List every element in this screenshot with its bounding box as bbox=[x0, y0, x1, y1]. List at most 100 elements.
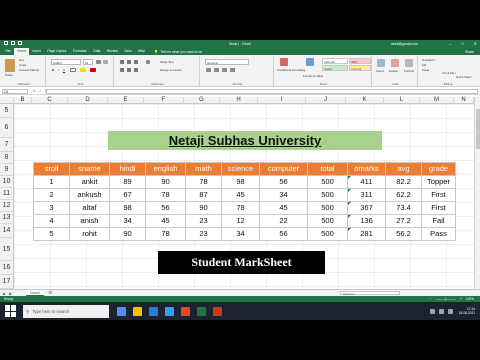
table-cell[interactable]: 1 bbox=[33, 175, 70, 189]
table-cell[interactable]: rohit bbox=[69, 227, 110, 241]
table-cell[interactable]: 5 bbox=[33, 227, 70, 241]
table-cell[interactable]: 73.4 bbox=[385, 201, 422, 215]
table-cell[interactable]: 98 bbox=[221, 175, 260, 189]
column-header-cell[interactable]: science bbox=[221, 162, 260, 176]
windows-start-icon[interactable] bbox=[5, 305, 17, 317]
file-explorer-icon[interactable] bbox=[133, 306, 142, 316]
column-header[interactable]: C bbox=[32, 97, 68, 104]
delete-cells-button[interactable]: Delete bbox=[389, 69, 398, 73]
formula-input[interactable] bbox=[46, 89, 478, 94]
table-cell[interactable]: 22 bbox=[259, 214, 308, 228]
column-header[interactable]: F bbox=[144, 97, 184, 104]
number-format-icons[interactable] bbox=[206, 68, 236, 72]
table-cell[interactable]: 12 bbox=[221, 214, 260, 228]
column-header[interactable]: M bbox=[420, 97, 454, 104]
table-cell[interactable]: First bbox=[421, 201, 456, 215]
table-cell[interactable]: 23 bbox=[185, 227, 222, 241]
format-table-button[interactable]: Format as Table bbox=[303, 74, 323, 78]
delete-cells-icon[interactable] bbox=[391, 59, 399, 67]
column-header-cell[interactable]: sroll bbox=[33, 162, 70, 176]
wrap-text-button[interactable]: Wrap Text bbox=[160, 60, 174, 64]
row-header[interactable]: 5 bbox=[0, 104, 14, 118]
sort-filter-button[interactable]: Sort & Filter bbox=[442, 72, 456, 75]
maximize-icon[interactable]: □ bbox=[461, 41, 463, 46]
table-cell[interactable]: 62.2 bbox=[385, 188, 422, 202]
column-header-cell[interactable]: total bbox=[307, 162, 348, 176]
clock[interactable]: 17:34 24-08-2021 bbox=[459, 307, 475, 316]
table-cell[interactable]: 90 bbox=[185, 201, 222, 215]
select-all-corner[interactable] bbox=[0, 97, 14, 104]
vertical-align-icons[interactable] bbox=[120, 60, 140, 64]
network-icon[interactable] bbox=[429, 308, 435, 314]
column-header-cell[interactable]: hindi bbox=[109, 162, 146, 176]
shrink-font-icon[interactable] bbox=[103, 60, 108, 64]
row-header[interactable]: 16 bbox=[0, 261, 14, 275]
row-header[interactable]: 6 bbox=[0, 118, 14, 138]
copy-button[interactable]: Copy bbox=[19, 63, 26, 67]
column-header[interactable]: N bbox=[454, 97, 474, 104]
table-cell[interactable]: 4 bbox=[33, 214, 70, 228]
tab-view[interactable]: View bbox=[121, 48, 135, 55]
table-cell[interactable]: 500 bbox=[307, 188, 348, 202]
column-header-cell[interactable]: grade bbox=[421, 162, 456, 176]
column-header[interactable]: I bbox=[258, 97, 306, 104]
row-header[interactable]: 12 bbox=[0, 200, 14, 212]
horizontal-scrollbar[interactable]: Sheet1 ▸ bbox=[340, 291, 400, 296]
table-cell[interactable]: Pass bbox=[421, 227, 456, 241]
table-cell[interactable]: 56 bbox=[259, 227, 308, 241]
column-header[interactable]: L bbox=[384, 97, 420, 104]
table-cell[interactable]: 281 bbox=[347, 227, 386, 241]
table-cell[interactable]: ankush bbox=[69, 188, 110, 202]
tab-help[interactable]: Help bbox=[135, 48, 148, 55]
table-cell[interactable]: 34 bbox=[221, 227, 260, 241]
table-cell[interactable]: 367 bbox=[347, 201, 386, 215]
column-header[interactable]: G bbox=[184, 97, 220, 104]
table-cell[interactable]: 45 bbox=[221, 188, 260, 202]
enter-icon[interactable]: ✓ bbox=[39, 89, 42, 93]
tab-formulas[interactable]: Formulas bbox=[70, 48, 91, 55]
battery-icon[interactable] bbox=[447, 308, 453, 314]
column-header[interactable]: J bbox=[306, 97, 346, 104]
table-cell[interactable]: 98 bbox=[109, 201, 146, 215]
table-cell[interactable]: 90 bbox=[145, 175, 186, 189]
row-header[interactable]: 11 bbox=[0, 188, 14, 200]
insert-cells-icon[interactable] bbox=[377, 59, 385, 67]
table-cell[interactable]: 56 bbox=[259, 175, 308, 189]
table-cell[interactable]: First bbox=[421, 188, 456, 202]
volume-icon[interactable] bbox=[438, 308, 444, 314]
table-cell[interactable]: 411 bbox=[347, 175, 386, 189]
style-normal[interactable]: Normal bbox=[322, 58, 348, 64]
tab-review[interactable]: Review bbox=[104, 48, 122, 55]
font-size-select[interactable]: 11 bbox=[83, 59, 93, 65]
table-cell[interactable]: 56.2 bbox=[385, 227, 422, 241]
row-header[interactable]: 15 bbox=[0, 238, 14, 261]
tab-page-layout[interactable]: Page Layout bbox=[44, 48, 69, 55]
table-cell[interactable]: 2 bbox=[33, 188, 70, 202]
tab-insert[interactable]: Insert bbox=[29, 48, 44, 55]
table-cell[interactable]: 90 bbox=[109, 227, 146, 241]
user-account[interactable]: ankit@gmail.com bbox=[391, 42, 418, 46]
table-cell[interactable]: ankit bbox=[69, 175, 110, 189]
row-header[interactable]: 9 bbox=[0, 164, 14, 176]
table-cell[interactable]: 500 bbox=[307, 214, 348, 228]
style-bad[interactable]: Bad bbox=[349, 58, 371, 64]
column-header-cell[interactable]: omarks bbox=[347, 162, 386, 176]
font-name-select[interactable]: Calibri bbox=[51, 59, 81, 65]
table-cell[interactable]: 27.2 bbox=[385, 214, 422, 228]
cancel-icon[interactable]: ✕ bbox=[33, 89, 36, 93]
table-cell[interactable]: Topper bbox=[421, 175, 456, 189]
tab-data[interactable]: Data bbox=[90, 48, 104, 55]
table-cell[interactable]: 78 bbox=[185, 175, 222, 189]
underline-button[interactable]: U bbox=[63, 68, 65, 72]
clear-button[interactable]: Clear bbox=[422, 68, 429, 72]
column-header-cell[interactable]: english bbox=[145, 162, 186, 176]
table-cell[interactable]: 23 bbox=[185, 214, 222, 228]
scroll-thumb[interactable] bbox=[476, 109, 480, 149]
row-header[interactable]: 8 bbox=[0, 152, 14, 164]
table-cell[interactable]: 56 bbox=[145, 201, 186, 215]
vertical-scrollbar[interactable] bbox=[474, 97, 480, 320]
row-header[interactable]: 17 bbox=[0, 275, 14, 289]
number-format-select[interactable]: General bbox=[205, 59, 249, 65]
column-header[interactable]: E bbox=[108, 97, 144, 104]
column-header[interactable]: H bbox=[220, 97, 258, 104]
